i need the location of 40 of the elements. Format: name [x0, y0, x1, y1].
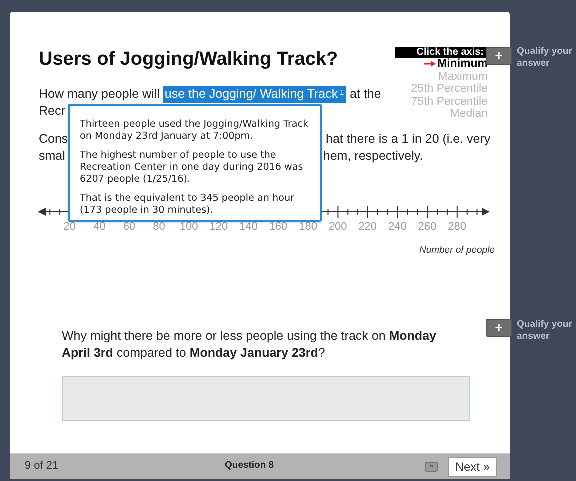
- question-number: Question 8: [225, 459, 274, 474]
- tooltip-text: That is the equivalent to 345 people an hour (173 people in 30 minutes).: [80, 193, 296, 217]
- axis-title: Number of people: [419, 244, 495, 258]
- question-text: at the: [350, 86, 382, 103]
- qualify-label: Qualify your answer: [517, 319, 574, 343]
- axis-label: 240: [387, 221, 408, 234]
- qualify-label: Qualify your answer: [517, 46, 574, 70]
- page-title: Users of Jogging/Walking Track?: [39, 48, 340, 72]
- plus-button[interactable]: +: [486, 47, 512, 65]
- axis-label: 100: [178, 221, 200, 234]
- question-text: How many people will: [39, 86, 160, 103]
- answer-box[interactable]: [62, 376, 470, 422]
- axis-label: 60: [122, 221, 137, 234]
- footnote-mark: 1: [340, 90, 344, 96]
- axis-label: 40: [92, 221, 107, 234]
- axis-label: 120: [208, 221, 230, 234]
- question-text: hat there is a 1 in 20 (i.e. very: [326, 131, 491, 148]
- axis-label: 140: [238, 221, 259, 234]
- question-text: smal: [39, 148, 66, 165]
- axis-label: 260: [417, 221, 438, 234]
- axis-label: 80: [152, 221, 166, 234]
- axis-label: 200: [328, 221, 348, 234]
- question-text: Recr: [39, 103, 66, 120]
- page-counter: 9 of 21: [25, 459, 60, 474]
- arrow-icon: [424, 61, 436, 68]
- axis-label: 160: [268, 221, 289, 234]
- highlighted-term[interactable]: use the Jogging/ Walking Track $^{1}$: [162, 86, 346, 103]
- question-text: Why might there be more or less people using the track on Monday April 3rd compared to Monday January 23rd?: [62, 328, 438, 362]
- legend-header: Click the axis:: [395, 47, 488, 58]
- axis-label: 20: [62, 221, 78, 234]
- question-text: Cons: [39, 131, 68, 148]
- tooltip-text: Thirteen people used the Jogging/Walking Track on Monday 23rd January at 7:00pm.: [80, 119, 310, 143]
- tooltip-text: The highest number of people to use the Recreation Center in one day during 2016 was 6207 people (1/25/16).: [80, 150, 304, 186]
- question-text: hem, respectively.: [323, 148, 424, 165]
- plus-button[interactable]: +: [486, 319, 512, 337]
- axis-label: 280: [447, 221, 468, 234]
- axis-option[interactable]: Minimum: [424, 58, 488, 70]
- axis-label: 220: [358, 221, 378, 234]
- axis-label: 180: [298, 221, 318, 234]
- next-button[interactable]: Next »: [448, 456, 497, 476]
